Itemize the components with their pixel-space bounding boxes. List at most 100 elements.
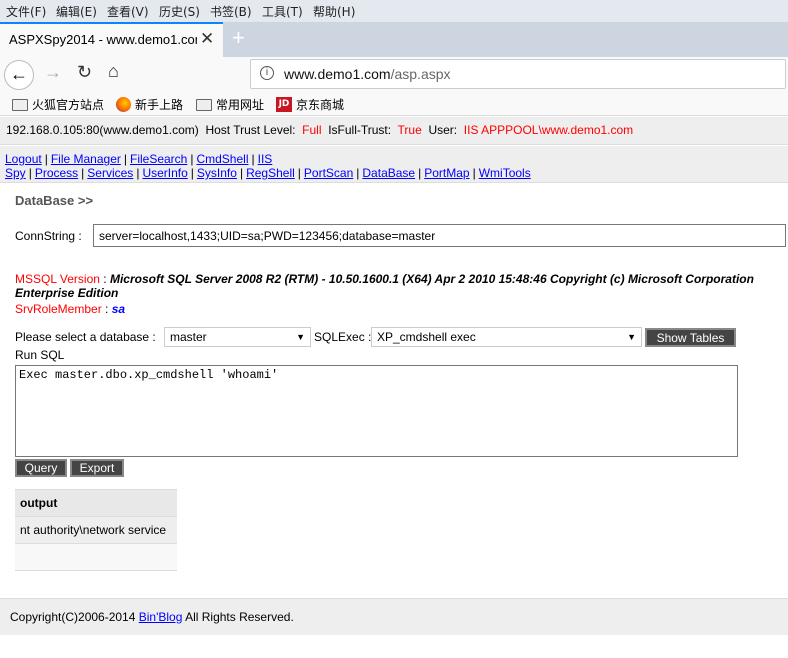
link-separator: | bbox=[418, 166, 422, 180]
role-label: SrvRoleMember bbox=[15, 302, 102, 316]
result-table: output nt authority\network service bbox=[15, 489, 177, 571]
table-cell bbox=[15, 543, 177, 571]
host-info-bar: 192.168.0.105:80(www.demo1.com) Host Tru… bbox=[0, 117, 788, 145]
role-value: sa bbox=[111, 302, 126, 316]
fulltrust-value: True bbox=[397, 123, 422, 137]
database-select-value: master bbox=[170, 330, 207, 344]
bookmark-label: 京东商城 bbox=[296, 98, 345, 112]
host: 192.168.0.105:80(www.demo1.com) bbox=[6, 123, 199, 137]
bookmarks-bar: 火狐官方站点 新手上路 常用网址 JD 京东商城 bbox=[0, 92, 788, 116]
link-separator: | bbox=[123, 152, 127, 166]
nav-link-file-manager[interactable]: File Manager bbox=[51, 152, 121, 166]
folder-icon bbox=[12, 98, 28, 111]
nav-link-regshell[interactable]: RegShell bbox=[246, 166, 295, 180]
sqlexec-select-value: XP_cmdshell exec bbox=[377, 330, 476, 344]
footer: Copyright(C)2006-2014 Bin'Blog All Right… bbox=[0, 598, 788, 635]
run-sql-label: Run SQL bbox=[15, 348, 65, 362]
url-bar[interactable]: i www.demo1.com/asp.aspx bbox=[250, 59, 786, 89]
bookmark-label: 新手上路 bbox=[135, 98, 184, 112]
info-icon[interactable]: i bbox=[260, 66, 274, 80]
link-separator: | bbox=[239, 166, 244, 180]
conn-string-input[interactable] bbox=[93, 224, 786, 247]
folder-icon bbox=[196, 98, 212, 111]
conn-label: ConnString : bbox=[15, 229, 82, 243]
bookmark-label: 常用网址 bbox=[216, 98, 265, 112]
link-separator: | bbox=[472, 166, 476, 180]
url-domain: www.demo1.com bbox=[284, 66, 391, 82]
bookmark-getting-started[interactable]: 新手上路 bbox=[116, 96, 183, 113]
link-separator: | bbox=[136, 166, 140, 180]
table-cell: nt authority\network service bbox=[15, 516, 177, 544]
export-button[interactable]: Export bbox=[70, 459, 124, 477]
page-title: DataBase >> bbox=[15, 193, 94, 208]
trust-label: Host Trust Level: bbox=[205, 123, 296, 137]
sqlexec-label: SQLExec : bbox=[314, 330, 372, 344]
user-label: User: bbox=[428, 123, 458, 137]
sql-textarea[interactable]: Exec master.dbo.xp_cmdshell 'whoami' bbox=[15, 365, 738, 457]
menu-history[interactable]: 历史(S) bbox=[159, 3, 200, 20]
nav-link-services[interactable]: Services bbox=[87, 166, 133, 180]
nav-link-portmap[interactable]: PortMap bbox=[424, 166, 469, 180]
url-path: /asp.aspx bbox=[390, 66, 451, 82]
link-separator: | bbox=[190, 166, 194, 180]
tab-title: ASPXSpy2014 - www.demo1.com bbox=[9, 32, 197, 47]
forward-icon[interactable]: → bbox=[44, 62, 62, 83]
link-separator: | bbox=[28, 166, 32, 180]
table-row bbox=[15, 543, 177, 571]
bookmark-jd[interactable]: JD 京东商城 bbox=[276, 96, 344, 113]
menu-tools[interactable]: 工具(T) bbox=[262, 3, 303, 20]
link-separator: | bbox=[81, 166, 85, 180]
bookmark-label: 火狐官方站点 bbox=[32, 98, 105, 112]
nav-link-cmdshell[interactable]: CmdShell bbox=[196, 152, 248, 166]
nav-link-userinfo[interactable]: UserInfo bbox=[142, 166, 187, 180]
link-separator: | bbox=[190, 152, 194, 166]
nav-links: Logout | File Manager | FileSearch | CmdShell |… bbox=[0, 146, 788, 183]
table-row: nt authority\network service bbox=[15, 516, 177, 544]
nav-link-portscan[interactable]: PortScan bbox=[304, 166, 353, 180]
show-tables-button[interactable]: Show Tables bbox=[645, 328, 736, 347]
reload-icon[interactable]: ↻ bbox=[77, 62, 92, 83]
version-value: Microsoft SQL Server 2008 R2 (RTM) - 10.… bbox=[15, 272, 754, 300]
nav-link-database[interactable]: DataBase bbox=[362, 166, 415, 180]
tab-active[interactable]: ASPXSpy2014 - www.demo1.com ✕ bbox=[0, 22, 223, 57]
link-separator: | bbox=[356, 166, 360, 180]
trust-value: Full bbox=[302, 123, 322, 137]
query-button[interactable]: Query bbox=[15, 459, 67, 477]
link-separator: | bbox=[251, 152, 255, 166]
jd-icon: JD bbox=[276, 97, 292, 112]
menu-edit[interactable]: 编辑(E) bbox=[56, 3, 97, 20]
nav-link-wmitools[interactable]: WmiTools bbox=[479, 166, 531, 180]
menu-view[interactable]: 查看(V) bbox=[107, 3, 149, 20]
link-separator: | bbox=[44, 152, 48, 166]
close-tab-icon[interactable]: ✕ bbox=[200, 29, 214, 49]
footer-copyright: Copyright(C)2006-2014 bbox=[10, 610, 136, 624]
mssql-version: MSSQL Version : Microsoft SQL Server 200… bbox=[15, 272, 754, 300]
nav-link-sysinfo[interactable]: SysInfo bbox=[197, 166, 237, 180]
srv-role-member: SrvRoleMember : sa bbox=[15, 302, 126, 316]
link-separator: | bbox=[297, 166, 301, 180]
user-value: IIS APPPOOL\www.demo1.com bbox=[463, 123, 634, 137]
bookmark-firefox-site[interactable]: 火狐官方站点 bbox=[12, 96, 104, 113]
bookmark-common-sites[interactable]: 常用网址 bbox=[196, 96, 264, 113]
fulltrust-label: IsFull-Trust: bbox=[328, 123, 392, 137]
new-tab-icon[interactable]: + bbox=[232, 25, 245, 51]
menu-help[interactable]: 帮助(H) bbox=[313, 3, 355, 20]
nav-link-logout[interactable]: Logout bbox=[5, 152, 42, 166]
home-icon[interactable]: ⌂ bbox=[108, 61, 119, 82]
select-db-label: Please select a database : bbox=[15, 330, 156, 344]
dropdown-arrow-icon: ▼ bbox=[296, 332, 305, 342]
database-select[interactable]: master ▼ bbox=[164, 327, 311, 347]
nav-link-process[interactable]: Process bbox=[35, 166, 78, 180]
nav-link-filesearch[interactable]: FileSearch bbox=[130, 152, 187, 166]
back-icon[interactable]: ← bbox=[4, 60, 34, 90]
menu-bookmarks[interactable]: 书签(B) bbox=[210, 3, 252, 20]
footer-rights: All Rights Reserved. bbox=[185, 610, 294, 624]
footer-blog-link[interactable]: Bin'Blog bbox=[139, 610, 183, 624]
version-label: MSSQL Version bbox=[15, 272, 100, 286]
menu-file[interactable]: 文件(F) bbox=[6, 3, 46, 20]
dropdown-arrow-icon: ▼ bbox=[627, 332, 636, 342]
sqlexec-select[interactable]: XP_cmdshell exec ▼ bbox=[371, 327, 642, 347]
firefox-icon bbox=[116, 97, 131, 112]
column-header-output: output bbox=[15, 489, 177, 517]
menu-bar: 文件(F) 编辑(E) 查看(V) 历史(S) 书签(B) 工具(T) 帮助(H… bbox=[0, 0, 788, 22]
